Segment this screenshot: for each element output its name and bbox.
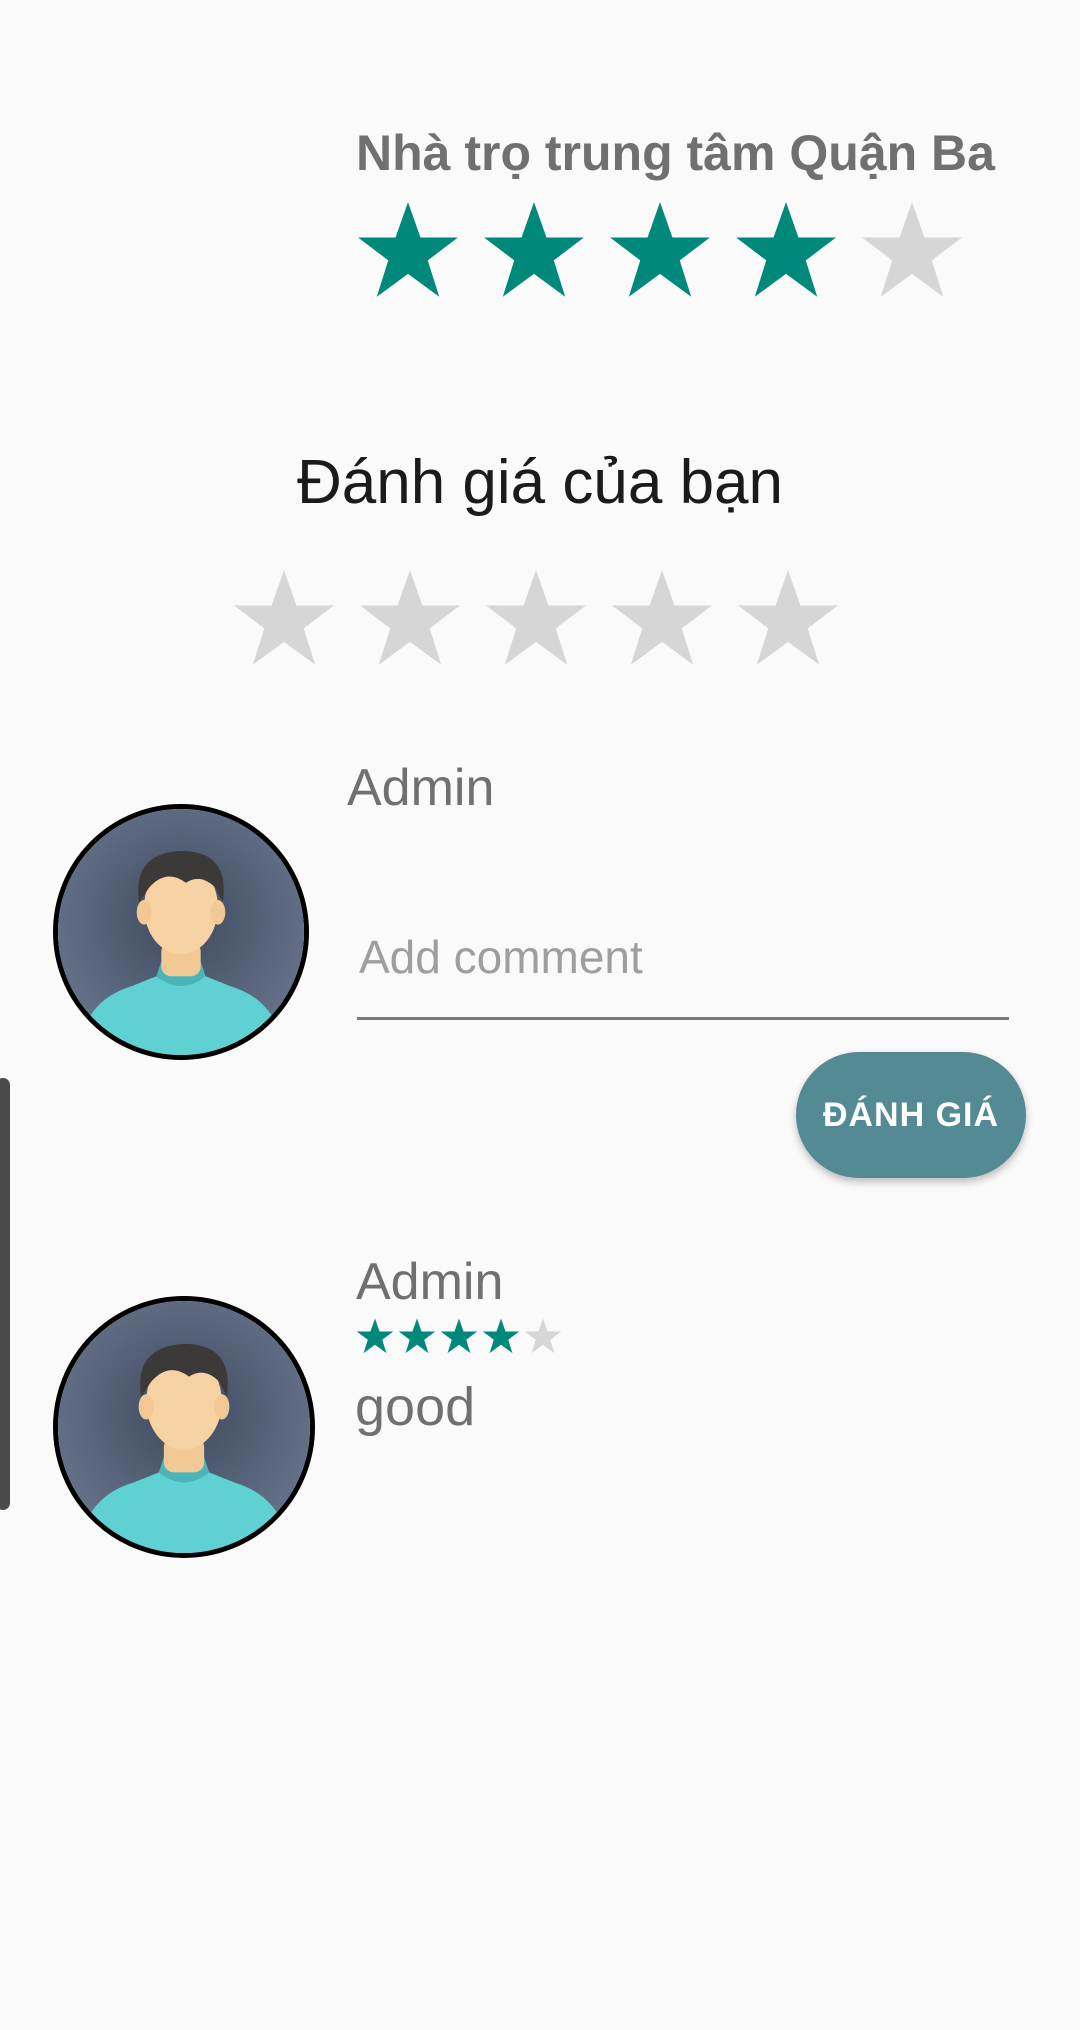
composer-avatar bbox=[53, 804, 309, 1060]
star-empty-icon bbox=[524, 1318, 562, 1354]
star-filled-icon bbox=[356, 1318, 394, 1354]
star-empty-icon[interactable] bbox=[358, 566, 462, 670]
review-avatar bbox=[53, 1296, 315, 1558]
star-filled-icon bbox=[398, 1318, 436, 1354]
your-rating-stars[interactable] bbox=[232, 566, 840, 670]
your-rating-label: Đánh giá của bạn bbox=[296, 448, 784, 517]
user-avatar-icon bbox=[58, 809, 304, 1055]
edge-panel-handle[interactable] bbox=[0, 1078, 10, 1510]
submit-rating-button[interactable]: ĐÁNH GIÁ bbox=[796, 1052, 1026, 1178]
user-avatar-icon bbox=[58, 1301, 310, 1553]
rating-screen: Nhà trọ trung tâm Quận Ba Đình Đánh giá … bbox=[0, 0, 1080, 2030]
star-filled-icon bbox=[736, 202, 836, 297]
star-empty-icon[interactable] bbox=[736, 566, 840, 670]
average-rating-stars bbox=[356, 198, 964, 302]
review-text: good bbox=[355, 1377, 476, 1437]
star-empty-icon[interactable] bbox=[610, 566, 714, 670]
star-empty-icon[interactable] bbox=[484, 566, 588, 670]
review-user-name: Admin bbox=[356, 1253, 504, 1311]
listing-title: Nhà trọ trung tâm Quận Ba Đình bbox=[356, 125, 995, 181]
star-filled-icon bbox=[484, 202, 584, 297]
star-empty-icon bbox=[862, 202, 962, 297]
star-filled-icon bbox=[610, 202, 710, 297]
star-filled-icon bbox=[358, 202, 458, 297]
composer-user-name: Admin bbox=[347, 759, 495, 817]
star-filled-icon bbox=[440, 1318, 478, 1354]
comment-input[interactable] bbox=[357, 896, 1009, 1020]
review-rating-stars bbox=[356, 1317, 562, 1355]
star-filled-icon bbox=[482, 1318, 520, 1354]
star-empty-icon[interactable] bbox=[232, 566, 336, 670]
